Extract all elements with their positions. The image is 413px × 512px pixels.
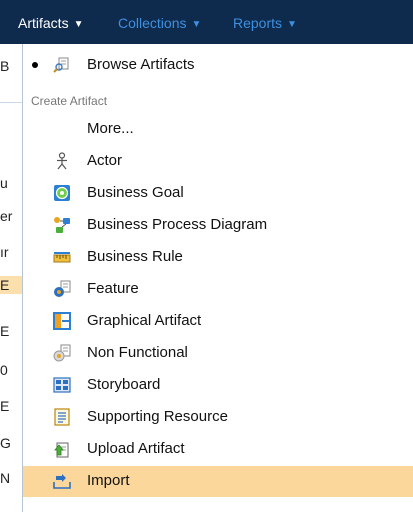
section-heading-create-artifact: Create Artifact — [31, 94, 108, 108]
storyboard-icon — [53, 377, 71, 393]
menu-item-browse-artifacts[interactable]: Browse Artifacts — [23, 50, 413, 81]
actor-icon — [57, 152, 67, 170]
menu-item-label: Business Process Diagram — [87, 216, 268, 233]
menu-item-label: Graphical Artifact — [87, 312, 202, 329]
menu-item-graphical-artifact[interactable]: Graphical Artifact — [23, 306, 413, 337]
menu-item-more[interactable]: More... — [23, 114, 413, 145]
menu-item-label: Storyboard — [87, 376, 161, 393]
nav-collections-menu[interactable]: Collections ▼ — [118, 14, 201, 34]
menu-item-label: Import — [87, 472, 130, 489]
chevron-down-icon: ▼ — [287, 19, 297, 30]
menu-item-label: Feature — [87, 280, 139, 297]
import-icon — [53, 474, 71, 489]
menu-item-upload-artifact[interactable]: Upload Artifact — [23, 434, 413, 465]
nav-reports-label: Reports — [233, 15, 283, 31]
menu-item-label: Business Goal — [87, 184, 184, 201]
selected-bullet-icon — [32, 62, 38, 68]
business-rule-icon — [53, 252, 71, 263]
browse-artifacts-icon — [53, 57, 69, 73]
nav-artifacts-menu[interactable]: Artifacts ▼ — [18, 14, 83, 34]
upload-artifact-icon — [54, 442, 69, 458]
nav-collections-label: Collections — [118, 15, 187, 31]
menu-item-label: Non Functional — [87, 344, 188, 361]
menu-item-storyboard[interactable]: Storyboard — [23, 370, 413, 401]
menu-item-label: Supporting Resource — [87, 408, 228, 425]
chevron-down-icon: ▼ — [191, 19, 202, 30]
top-nav-bar: Artifacts ▼ Collections ▼ Reports ▼ — [0, 0, 413, 44]
menu-item-business-rule[interactable]: Business Rule — [23, 242, 413, 273]
menu-item-supporting-resource[interactable]: Supporting Resource — [23, 402, 413, 433]
chevron-down-icon: ▼ — [73, 19, 84, 30]
business-goal-icon — [54, 185, 70, 201]
graphical-artifact-icon — [53, 312, 71, 330]
menu-item-label: More... — [87, 120, 134, 137]
menu-item-feature[interactable]: Feature — [23, 274, 413, 305]
artifacts-dropdown-menu: Browse Artifacts Create Artifact More...… — [22, 44, 413, 512]
menu-item-label: Browse Artifacts — [87, 56, 195, 73]
menu-item-actor[interactable]: Actor — [23, 146, 413, 177]
nav-reports-menu[interactable]: Reports ▼ — [233, 14, 297, 34]
supporting-resource-icon — [54, 408, 70, 426]
menu-item-label: Actor — [87, 152, 123, 169]
menu-item-business-process-diagram[interactable]: Business Process Diagram — [23, 210, 413, 241]
menu-item-business-goal[interactable]: Business Goal — [23, 178, 413, 209]
feature-icon — [54, 280, 71, 297]
screen: Artifacts ▼ Collections ▼ Reports ▼ B u er … — [0, 0, 413, 512]
non-functional-icon — [53, 344, 71, 362]
business-process-diagram-icon — [54, 217, 70, 233]
menu-item-label: Upload Artifact — [87, 440, 185, 457]
menu-item-non-functional[interactable]: Non Functional — [23, 338, 413, 369]
nav-artifacts-label: Artifacts — [18, 15, 69, 31]
menu-item-label: Business Rule — [87, 248, 183, 265]
menu-item-import[interactable]: Import — [23, 466, 413, 497]
